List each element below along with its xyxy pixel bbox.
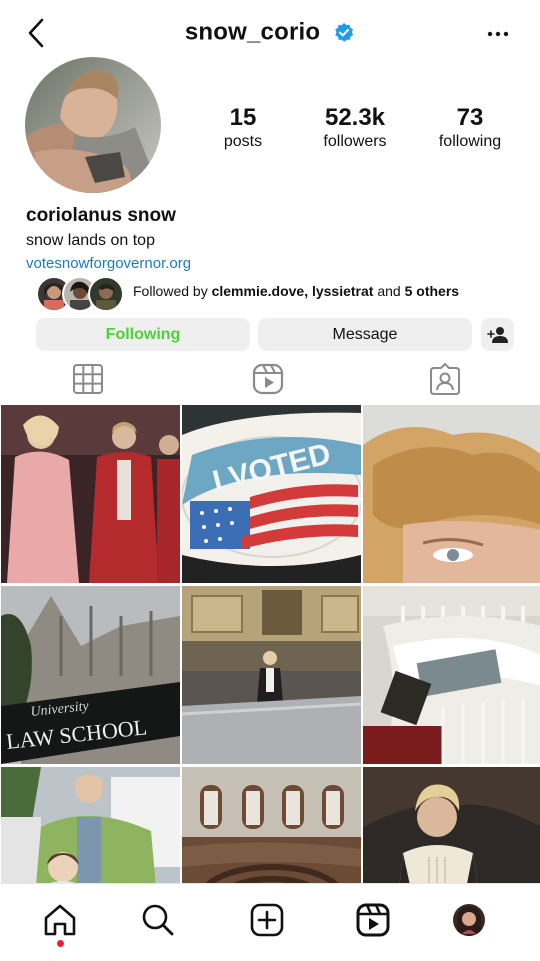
mutual-followers[interactable]: Followed by clemmie.dove, lyssietrat and…: [36, 276, 516, 312]
profile-username-header: snow_corio: [0, 18, 540, 47]
home-icon[interactable]: [42, 902, 78, 938]
profile-bio: snow lands on top: [26, 232, 155, 249]
more-options-icon[interactable]: [486, 22, 510, 46]
following-stat[interactable]: 73 following: [430, 104, 510, 152]
grid-post[interactable]: [182, 586, 361, 764]
reels-tab-icon[interactable]: [251, 362, 285, 396]
profile-avatar[interactable]: [25, 57, 161, 193]
profile-link[interactable]: votesnowforgovernor.org: [26, 255, 191, 272]
following-label: following: [438, 133, 502, 150]
followers-label: followers: [323, 133, 387, 150]
grid-post[interactable]: [363, 405, 540, 583]
grid-post[interactable]: [1, 405, 180, 583]
followers-stat[interactable]: 52.3k followers: [310, 104, 400, 152]
grid-tab-icon[interactable]: [71, 362, 105, 396]
followed-by-prefix: Followed by: [133, 283, 212, 299]
create-post-icon[interactable]: [249, 902, 285, 938]
followed-by-names: clemmie.dove, lyssietrat: [211, 283, 374, 299]
posts-stat: 15 posts: [213, 104, 273, 152]
following-button[interactable]: Following: [36, 318, 250, 351]
followed-by-others: 5 others: [404, 283, 460, 299]
post-grid: I VOTED University LAW SCHOOL: [0, 405, 540, 945]
top-bar: snow_corio: [0, 0, 540, 66]
posts-label: posts: [223, 133, 263, 150]
following-count: 73: [456, 104, 484, 131]
followed-by-and: and: [373, 283, 405, 299]
profile-avatar-nav[interactable]: [453, 904, 485, 936]
profile-name: coriolanus snow: [26, 205, 176, 226]
search-icon[interactable]: [140, 902, 176, 938]
suggested-users-button[interactable]: [481, 318, 514, 351]
posts-count: 15: [229, 104, 257, 131]
username: snow_corio: [184, 18, 321, 46]
mutual-avatar: [88, 276, 124, 312]
reels-icon[interactable]: [355, 902, 391, 938]
followers-count: 52.3k: [324, 104, 386, 131]
add-person-icon: [486, 327, 508, 343]
grid-post[interactable]: University LAW SCHOOL: [1, 586, 180, 764]
grid-post[interactable]: I VOTED: [182, 405, 361, 583]
verified-badge-icon: [335, 22, 354, 42]
message-button[interactable]: Message: [258, 318, 472, 351]
grid-post[interactable]: [363, 586, 540, 764]
profile-tabs: [0, 360, 540, 402]
tagged-tab-icon[interactable]: [428, 362, 462, 396]
bottom-navigation: [0, 883, 540, 961]
notification-dot: [57, 940, 64, 947]
followed-by-text: Followed by clemmie.dove, lyssietrat and…: [133, 283, 459, 299]
